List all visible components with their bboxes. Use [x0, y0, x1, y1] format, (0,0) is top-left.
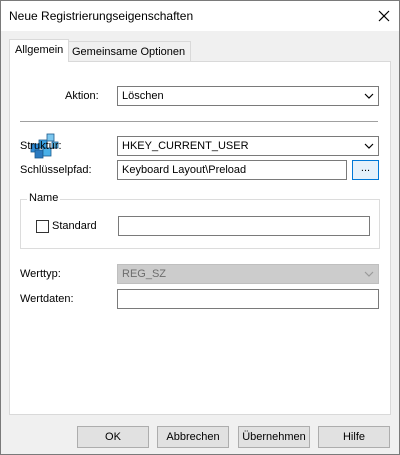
default-checkbox-label: Standard: [52, 220, 97, 232]
dialog-window: Neue Registrierungseigenschaften Allgeme…: [0, 0, 400, 455]
action-value: Löschen: [122, 90, 164, 102]
help-button-label: Hilfe: [342, 431, 365, 443]
name-group-title: Name: [27, 192, 61, 204]
tab-gemeinsame-optionen-label: Gemeinsame Optionen: [72, 46, 186, 58]
tab-gemeinsame-optionen[interactable]: Gemeinsame Optionen: [66, 41, 192, 62]
value-data-label: Wertdaten:: [20, 293, 74, 305]
close-icon: [378, 10, 390, 22]
browse-button-label: ...: [360, 162, 371, 174]
value-type-value: REG_SZ: [122, 268, 167, 280]
value-type-combobox: REG_SZ: [117, 264, 379, 284]
chevron-down-icon: [364, 143, 374, 149]
tab-panel-general: Aktion: Löschen Struktur: HKEY_CURRENT_U…: [9, 61, 391, 415]
chevron-down-icon: [364, 271, 374, 277]
apply-button-label: Übernehmen: [242, 431, 306, 443]
value-data-field[interactable]: [117, 289, 379, 309]
hive-combobox[interactable]: HKEY_CURRENT_USER: [117, 136, 379, 156]
chevron-down-icon: [364, 93, 374, 99]
ok-button-label: OK: [105, 431, 121, 443]
cancel-button-label: Abbrechen: [166, 431, 220, 443]
value-type-label: Werttyp:: [20, 268, 61, 280]
action-label: Aktion:: [65, 90, 99, 102]
action-combobox[interactable]: Löschen: [117, 86, 379, 106]
key-path-value: Keyboard Layout\Preload: [122, 164, 247, 176]
key-path-label: Schlüsselpfad:: [20, 164, 92, 176]
apply-button[interactable]: Übernehmen: [238, 426, 310, 448]
key-path-field[interactable]: Keyboard Layout\Preload: [117, 160, 347, 180]
tab-allgemein-label: Allgemein: [15, 44, 64, 56]
browse-button[interactable]: ...: [352, 160, 379, 180]
help-button[interactable]: Hilfe: [318, 426, 390, 448]
default-checkbox[interactable]: [36, 220, 49, 233]
cancel-button[interactable]: Abbrechen: [157, 426, 229, 448]
ok-button[interactable]: OK: [77, 426, 149, 448]
value-name-field[interactable]: [118, 216, 370, 236]
hive-value: HKEY_CURRENT_USER: [122, 140, 249, 152]
tab-allgemein[interactable]: Allgemein: [9, 39, 70, 62]
hive-label: Struktur:: [20, 140, 62, 152]
close-button[interactable]: [369, 1, 399, 31]
title-bar: Neue Registrierungseigenschaften: [1, 1, 399, 31]
name-groupbox: Name Standard: [20, 192, 380, 249]
separator-top: [20, 121, 378, 122]
window-title: Neue Registrierungseigenschaften: [9, 9, 194, 23]
